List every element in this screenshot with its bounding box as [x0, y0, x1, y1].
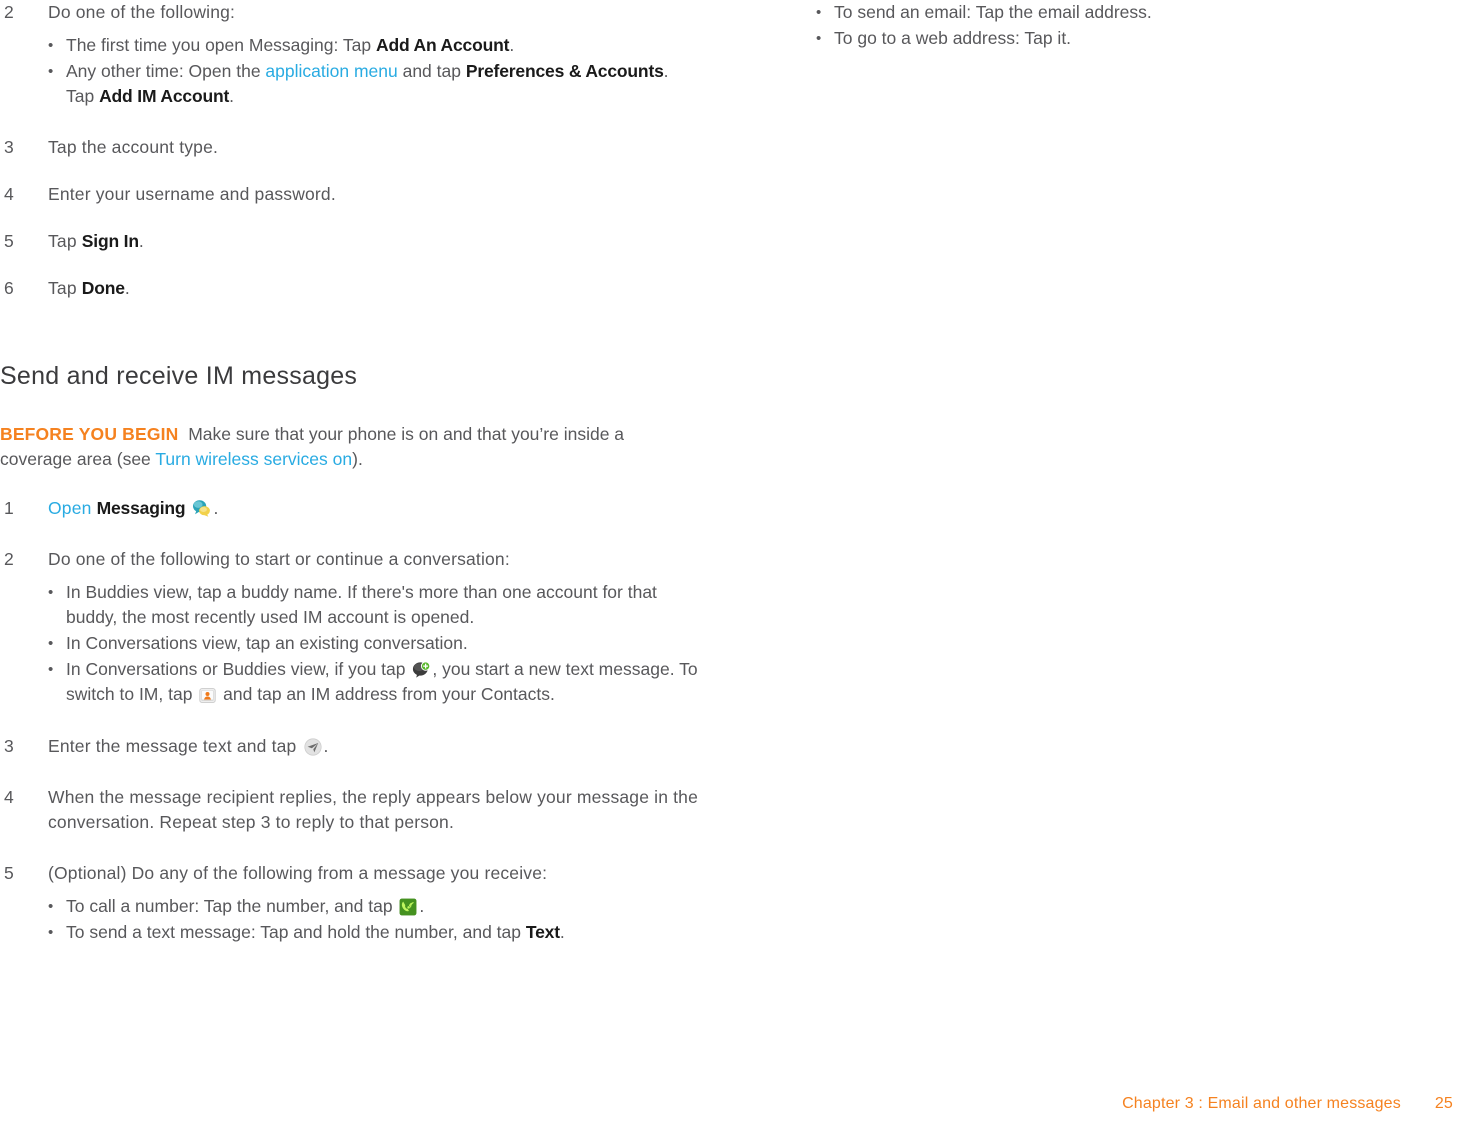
step-text: Enter your username and password. [48, 184, 336, 204]
new-message-icon [412, 661, 431, 679]
list-item: In Conversations or Buddies view, if you… [48, 657, 700, 707]
optional-bullets: To call a number: Tap the number, and ta… [0, 894, 700, 945]
step-text-prefix: Tap [48, 231, 82, 251]
step-number: 6 [4, 278, 14, 298]
step-text-suffix: . [213, 498, 219, 518]
list-item: To send an email: Tap the email address. [816, 0, 1420, 25]
list-item: To go to a web address: Tap it. [816, 26, 1420, 51]
step-text-suffix: . [138, 231, 144, 251]
before-you-begin-note: BEFORE YOU BEGIN Make sure that your pho… [0, 422, 700, 472]
ui-label-preferences-accounts: Preferences & Accounts [465, 61, 664, 81]
bullet-text: To go to a web address: Tap it. [834, 28, 1072, 48]
step-number: 2 [4, 2, 14, 22]
step-text-suffix: . [323, 736, 329, 756]
step-open-messaging: 1 Open Messaging . [0, 496, 700, 521]
before-you-begin-label: BEFORE YOU BEGIN [0, 424, 179, 444]
step-text: Do one of the following: [48, 2, 236, 22]
step-number: 5 [4, 863, 14, 883]
list-item: The first time you open Messaging: Tap A… [48, 33, 700, 58]
bullet-text: To send an email: Tap the email address. [834, 2, 1152, 22]
step-text-prefix: Tap [48, 278, 82, 298]
step-text: When the message recipient replies, the … [48, 787, 699, 832]
right-column: To send an email: Tap the email address.… [780, 0, 1420, 52]
step-text: Do one of the following to start or cont… [48, 549, 510, 569]
step-text-suffix: . [124, 278, 130, 298]
step-number: 4 [4, 184, 14, 204]
messaging-app-icon [192, 499, 211, 518]
step-start-conversation: 2 Do one of the following to start or co… [0, 547, 700, 572]
step-reply: 4 When the message recipient replies, th… [0, 785, 700, 835]
bullet-text: Any other time: Open the application men… [66, 61, 669, 106]
step-number: 4 [4, 787, 14, 807]
link-application-menu[interactable]: application menu [265, 61, 397, 81]
step-6: 6 Tap Done. [0, 276, 700, 301]
step-text-prefix: Enter the message text and tap [48, 736, 302, 756]
bullet-text: To call a number: Tap the number, and ta… [66, 896, 425, 916]
bullet-text: In Conversations or Buddies view, if you… [66, 659, 698, 704]
step-number: 5 [4, 231, 14, 251]
phone-call-icon [399, 898, 417, 916]
page-footer: Chapter 3 : Email and other messages 25 [0, 1095, 1481, 1113]
link-turn-wireless-services-on[interactable]: Turn wireless services on [155, 449, 352, 469]
ui-label-done: Done [81, 278, 125, 298]
left-column: 2 Do one of the following: The first tim… [0, 0, 700, 946]
ui-label-sign-in: Sign In [81, 231, 139, 251]
step-5: 5 Tap Sign In. [0, 229, 700, 254]
step-number: 3 [4, 137, 14, 157]
step-enter-message: 3 Enter the message text and tap . [0, 734, 700, 759]
step-3: 3 Tap the account type. [0, 135, 700, 160]
step-text: Tap the account type. [48, 137, 219, 157]
list-item: Any other time: Open the application men… [48, 59, 700, 109]
step-number: 2 [4, 549, 14, 569]
step-optional: 5 (Optional) Do any of the following fro… [0, 861, 700, 886]
step-4: 4 Enter your username and password. [0, 182, 700, 207]
section-heading: Send and receive IM messages [0, 362, 358, 390]
conversation-bullets: In Buddies view, tap a buddy name. If th… [0, 580, 700, 707]
note-text-suffix: ). [352, 449, 363, 469]
step-2: 2 Do one of the following: [0, 0, 700, 25]
list-item: In Conversations view, tap an existing c… [48, 631, 700, 656]
ui-label-text: Text [525, 922, 560, 942]
ui-label-add-an-account: Add An Account [375, 35, 510, 55]
link-open[interactable]: Open [48, 498, 92, 518]
step-2-bullets: The first time you open Messaging: Tap A… [0, 33, 700, 109]
right-column-bullets: To send an email: Tap the email address.… [780, 0, 1420, 51]
footer-chapter: Chapter 3 : Email and other messages [1122, 1095, 1401, 1112]
step-number: 3 [4, 736, 14, 756]
bullet-text: To send a text message: Tap and hold the… [66, 922, 565, 942]
ui-label-add-im-account: Add IM Account [99, 86, 230, 106]
list-item: To send a text message: Tap and hold the… [48, 920, 700, 945]
page-number: 25 [1434, 1095, 1453, 1112]
contacts-picker-icon [199, 687, 216, 704]
document-page: 2 Do one of the following: The first tim… [0, 0, 1481, 1123]
bullet-text: In Buddies view, tap a buddy name. If th… [66, 582, 657, 627]
ui-label-messaging: Messaging [96, 498, 186, 518]
step-text: (Optional) Do any of the following from … [48, 863, 548, 883]
step-number: 1 [4, 498, 14, 518]
list-item: In Buddies view, tap a buddy name. If th… [48, 580, 700, 630]
send-arrow-icon [303, 738, 322, 756]
bullet-text: In Conversations view, tap an existing c… [66, 633, 468, 653]
list-item: To call a number: Tap the number, and ta… [48, 894, 700, 919]
bullet-text: The first time you open Messaging: Tap A… [66, 35, 515, 55]
